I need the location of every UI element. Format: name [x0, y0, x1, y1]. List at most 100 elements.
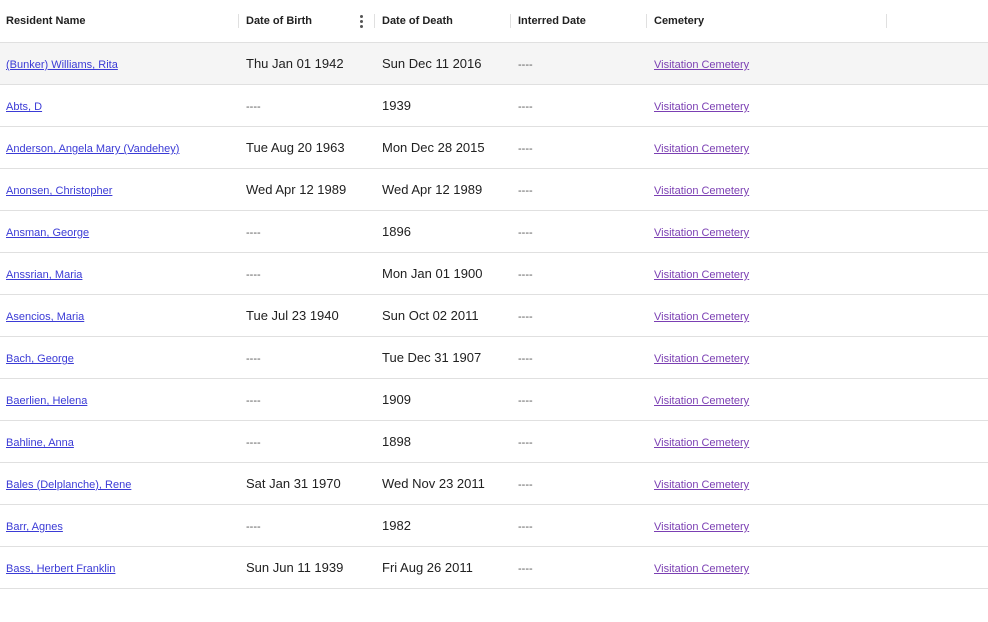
- date-of-death-cell: Wed Apr 12 1989: [382, 182, 483, 197]
- date-of-birth-cell: ----: [246, 269, 261, 281]
- resident-name-cell: Bass, Herbert Franklin: [6, 547, 115, 588]
- interred-date-cell: ----: [518, 421, 533, 462]
- date-of-birth-cell: Tue Aug 20 1963: [246, 127, 345, 168]
- resident-name-link[interactable]: Baerlien, Helena: [6, 395, 87, 407]
- resident-name-link[interactable]: Abts, D: [6, 101, 42, 113]
- resident-name-link[interactable]: Bahline, Anna: [6, 437, 74, 449]
- interred-date-cell: ----: [518, 463, 533, 504]
- cemetery-link[interactable]: Visitation Cemetery: [654, 143, 749, 155]
- resident-name-cell: Bahline, Anna: [6, 421, 74, 462]
- table-row[interactable]: Baerlien, Helena ---- 1909 ---- Visitation C…: [0, 379, 988, 421]
- table-row[interactable]: Bales (Delplanche), Rene Sat Jan 31 1970 W…: [0, 463, 988, 505]
- column-divider[interactable]: [510, 14, 511, 28]
- interred-date-cell: ----: [518, 211, 533, 252]
- cemetery-link[interactable]: Visitation Cemetery: [654, 353, 749, 365]
- resident-name-cell: Anssrian, Maria: [6, 253, 82, 294]
- table-row[interactable]: Ansman, George ---- 1896 ---- Visitation Cem…: [0, 211, 988, 253]
- table-row[interactable]: Bahline, Anna ---- 1898 ---- Visitation Ceme…: [0, 421, 988, 463]
- resident-name-link[interactable]: Ansman, George: [6, 227, 89, 239]
- column-header-interred-date[interactable]: Interred Date: [518, 0, 586, 42]
- date-of-birth-cell: ----: [246, 421, 261, 462]
- cemetery-link[interactable]: Visitation Cemetery: [654, 59, 749, 71]
- date-of-birth-cell: Thu Jan 01 1942: [246, 56, 344, 71]
- table-row[interactable]: Anderson, Angela Mary (Vandehey) Tue Aug …: [0, 127, 988, 169]
- interred-date-cell: ----: [518, 143, 533, 155]
- resident-name-link[interactable]: Bass, Herbert Franklin: [6, 563, 115, 575]
- column-header-date-of-birth[interactable]: Date of Birth: [246, 0, 312, 42]
- table-row[interactable]: Anssrian, Maria ---- Mon Jan 01 1900 ---- Vi…: [0, 253, 988, 295]
- grid-body: (Bunker) Williams, Rita Thu Jan 01 1942 Su…: [0, 43, 988, 589]
- column-divider[interactable]: [374, 14, 375, 28]
- residents-grid: Resident Name Date of Birth Date of Deat…: [0, 0, 988, 589]
- date-of-death-cell: Tue Dec 31 1907: [382, 350, 482, 365]
- resident-name-link[interactable]: (Bunker) Williams, Rita: [6, 59, 118, 71]
- interred-date-cell: ----: [518, 505, 533, 546]
- cemetery-link[interactable]: Visitation Cemetery: [654, 311, 749, 323]
- column-divider[interactable]: [238, 14, 239, 28]
- resident-name-cell: Anderson, Angela Mary (Vandehey): [6, 127, 179, 168]
- table-row[interactable]: (Bunker) Williams, Rita Thu Jan 01 1942 Su…: [0, 43, 988, 85]
- cemetery-cell: Visitation Cemetery: [654, 253, 749, 294]
- column-header-resident-name[interactable]: Resident Name: [6, 0, 85, 42]
- date-of-birth-cell: ----: [246, 379, 261, 420]
- interred-date-cell: ----: [518, 127, 533, 168]
- resident-name-link[interactable]: Asencios, Maria: [6, 311, 84, 323]
- cemetery-link[interactable]: Visitation Cemetery: [654, 479, 749, 491]
- interred-date-cell: ----: [518, 353, 533, 365]
- date-of-death-cell: Fri Aug 26 2011: [382, 560, 473, 575]
- resident-name-cell: Barr, Agnes: [6, 505, 63, 546]
- grid-header: Resident Name Date of Birth Date of Deat…: [0, 0, 988, 43]
- cemetery-link[interactable]: Visitation Cemetery: [654, 101, 749, 113]
- date-of-birth-cell: Sun Jun 11 1939: [246, 560, 344, 575]
- interred-date-cell: ----: [518, 521, 533, 533]
- cemetery-cell: Visitation Cemetery: [654, 463, 749, 504]
- cemetery-cell: Visitation Cemetery: [654, 337, 749, 378]
- table-row[interactable]: Anonsen, Christopher Wed Apr 12 1989 Wed A…: [0, 169, 988, 211]
- column-header-cemetery[interactable]: Cemetery: [654, 0, 704, 42]
- date-of-death-cell: 1982: [382, 518, 411, 533]
- date-of-birth-cell: ----: [246, 521, 261, 533]
- cemetery-cell: Visitation Cemetery: [654, 379, 749, 420]
- cemetery-link[interactable]: Visitation Cemetery: [654, 563, 749, 575]
- resident-name-link[interactable]: Barr, Agnes: [6, 521, 63, 533]
- date-of-birth-cell: ----: [246, 85, 261, 126]
- date-of-birth-cell: Wed Apr 12 1989: [246, 182, 347, 197]
- date-of-death-cell: Mon Dec 28 2015: [382, 140, 485, 155]
- interred-date-cell: ----: [518, 563, 533, 575]
- column-header-date-of-death[interactable]: Date of Death: [382, 0, 453, 42]
- column-divider[interactable]: [646, 14, 647, 28]
- cemetery-link[interactable]: Visitation Cemetery: [654, 395, 749, 407]
- resident-name-link[interactable]: Anssrian, Maria: [6, 269, 82, 281]
- date-of-death-cell: Wed Apr 12 1989: [382, 169, 482, 210]
- table-row[interactable]: Asencios, Maria Tue Jul 23 1940 Sun Oct 02…: [0, 295, 988, 337]
- cemetery-link[interactable]: Visitation Cemetery: [654, 185, 749, 197]
- resident-name-link[interactable]: Anderson, Angela Mary (Vandehey): [6, 143, 179, 155]
- date-of-death-cell: 1896: [382, 224, 411, 239]
- cemetery-link[interactable]: Visitation Cemetery: [654, 437, 749, 449]
- date-of-death-cell: Sun Oct 02 2011: [382, 295, 479, 336]
- table-row[interactable]: Bass, Herbert Franklin Sun Jun 11 1939 Fri…: [0, 547, 988, 589]
- resident-name-link[interactable]: Anonsen, Christopher: [6, 185, 112, 197]
- date-of-death-cell: Wed Nov 23 2011: [382, 463, 485, 504]
- resident-name-cell: Anonsen, Christopher: [6, 169, 112, 210]
- cemetery-link[interactable]: Visitation Cemetery: [654, 269, 749, 281]
- cemetery-link[interactable]: Visitation Cemetery: [654, 227, 749, 239]
- table-row[interactable]: Abts, D ---- 1939 ---- Visitation Cemetery: [0, 85, 988, 127]
- date-of-death-cell: 1898: [382, 434, 411, 449]
- table-row[interactable]: Barr, Agnes ---- 1982 ---- Visitation Cemete…: [0, 505, 988, 547]
- date-of-birth-cell: Wed Apr 12 1989: [246, 169, 346, 210]
- column-divider[interactable]: [886, 14, 887, 28]
- resident-name-link[interactable]: Bach, George: [6, 353, 74, 365]
- cemetery-cell: Visitation Cemetery: [654, 295, 749, 336]
- date-of-death-cell: 1909: [382, 379, 411, 420]
- cemetery-cell: Visitation Cemetery: [654, 211, 749, 252]
- cemetery-cell: Visitation Cemetery: [654, 547, 749, 588]
- table-row[interactable]: Bach, George ---- Tue Dec 31 1907 ---- Visit…: [0, 337, 988, 379]
- cemetery-cell: Visitation Cemetery: [654, 169, 749, 210]
- date-of-birth-cell: ----: [246, 101, 261, 113]
- date-of-birth-cell: ----: [246, 437, 261, 449]
- more-vert-icon[interactable]: [358, 13, 366, 29]
- cemetery-link[interactable]: Visitation Cemetery: [654, 521, 749, 533]
- resident-name-link[interactable]: Bales (Delplanche), Rene: [6, 479, 131, 491]
- date-of-birth-cell: ----: [246, 505, 261, 546]
